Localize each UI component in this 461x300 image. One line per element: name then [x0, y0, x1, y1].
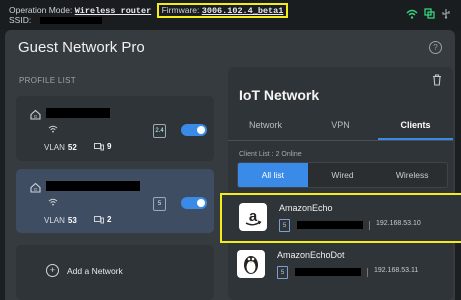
devices-icon: [94, 215, 104, 223]
tab-clients[interactable]: Clients: [378, 116, 453, 140]
profile-toggle[interactable]: [181, 124, 207, 136]
client-name: AmazonEchoDot: [277, 250, 345, 260]
profile-list-heading: PROFILE LIST: [19, 76, 76, 85]
top-status-bar: Operation Mode: Wireless router Firmware…: [0, 0, 461, 30]
filter-wireless[interactable]: Wireless: [377, 163, 447, 187]
client-row-highlighted[interactable]: a AmazonEcho 5 192.168.53.10: [220, 193, 461, 243]
vlan-label: VLAN: [44, 216, 65, 225]
operation-mode-label: Operation Mode:: [9, 5, 73, 15]
client-name: AmazonEcho: [279, 203, 333, 213]
client-band-icon: 5: [277, 266, 288, 279]
help-icon[interactable]: ?: [429, 41, 442, 54]
plus-icon: +: [46, 264, 59, 277]
detail-tabs: Network VPN Clients: [228, 116, 453, 141]
profile-card-1[interactable]: G 2.4 VLAN 52 9: [16, 96, 214, 161]
client-filter: All list Wired Wireless: [237, 162, 448, 188]
add-network-label: Add a Network: [67, 265, 123, 276]
device-count-value: 9: [107, 142, 112, 151]
vlan-value: 52: [67, 143, 77, 152]
firmware-link[interactable]: 3006.102.4_beta1: [202, 6, 284, 16]
tab-vpn[interactable]: VPN: [303, 116, 378, 140]
page-title: Guest Network Pro: [18, 39, 145, 56]
filter-wired[interactable]: Wired: [307, 163, 378, 187]
ssid-value-redacted: [39, 17, 102, 25]
band-badge: 2.4: [153, 124, 166, 138]
client-ip: 192.168.53.11: [374, 267, 419, 274]
home-icon: G: [30, 182, 41, 193]
device-count-value: 2: [107, 215, 112, 224]
ssid-row: SSID:: [9, 15, 102, 25]
home-icon: G: [30, 109, 41, 120]
client-ip: 192.168.53.10: [376, 220, 421, 227]
add-network-card[interactable]: + Add a Network: [16, 245, 214, 300]
ssid-label: SSID:: [9, 15, 32, 25]
profile-name-redacted: [46, 181, 140, 191]
separator: [369, 221, 370, 230]
amazon-logo-icon: a: [239, 203, 267, 231]
tab-network[interactable]: Network: [228, 116, 303, 140]
filter-all-list[interactable]: All list: [238, 163, 308, 187]
device-count: 2: [94, 215, 111, 224]
vlan-info: VLAN 53: [44, 216, 77, 225]
client-mac-redacted: [297, 221, 363, 229]
vlan-label: VLAN: [44, 143, 65, 152]
client-band-icon: 5: [279, 219, 290, 232]
firmware-label: Firmware:: [161, 5, 200, 15]
vlan-value: 53: [67, 216, 77, 225]
network-title: IoT Network: [239, 87, 320, 103]
svg-text:G: G: [34, 114, 38, 119]
separator: [367, 268, 368, 277]
trash-icon[interactable]: [432, 74, 442, 86]
devices-icon: [94, 142, 104, 150]
profile-toggle[interactable]: [181, 197, 207, 209]
network-status-icon[interactable]: [424, 8, 435, 19]
svg-text:a: a: [249, 208, 258, 225]
usb-icon[interactable]: [441, 8, 451, 19]
client-list-count: Client List : 2 Online: [239, 151, 302, 158]
network-detail-panel: IoT Network Network VPN Clients Client L…: [220, 67, 461, 300]
firmware-highlight: Firmware: 3006.102.4_beta1: [156, 3, 289, 18]
guest-network-pro-panel: Guest Network Pro ? PROFILE LIST G 2.4 V…: [5, 30, 461, 300]
top-icons: [406, 8, 451, 19]
add-network-button[interactable]: + Add a Network: [46, 264, 123, 277]
client-mac-redacted: [295, 268, 361, 276]
profile-name-redacted: [46, 108, 110, 118]
wifi-icon: [48, 125, 58, 133]
vlan-info: VLAN 52: [44, 143, 77, 152]
wifi-icon: [48, 198, 58, 206]
wifi-status-icon[interactable]: [406, 9, 418, 19]
client-row[interactable]: AmazonEchoDot 5 192.168.53.11: [220, 242, 461, 288]
device-count: 9: [94, 142, 111, 151]
linux-penguin-icon: [237, 250, 265, 278]
band-badge: 5: [153, 197, 166, 211]
profile-card-2[interactable]: G 5 VLAN 53 2: [16, 169, 214, 233]
svg-text:G: G: [34, 187, 38, 192]
